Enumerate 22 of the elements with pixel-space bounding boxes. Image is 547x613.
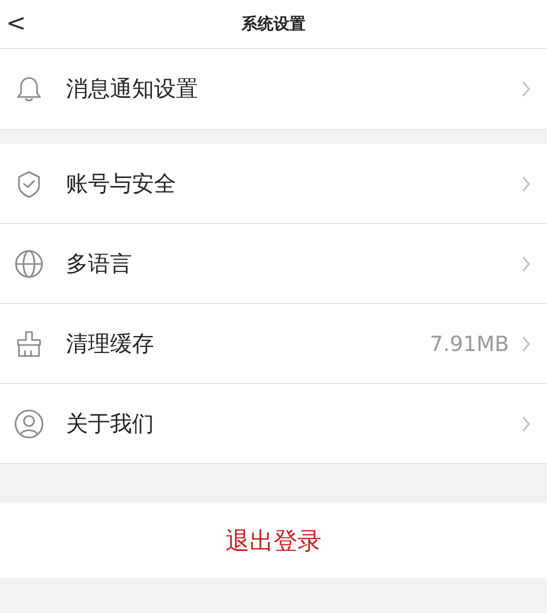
chevron-right-icon bbox=[521, 334, 531, 352]
user-icon bbox=[14, 408, 44, 438]
row-label: 账号与安全 bbox=[66, 170, 177, 198]
row-label: 消息通知设置 bbox=[66, 76, 199, 104]
settings-row[interactable]: 账号与安全 bbox=[0, 144, 547, 224]
chevron-right-icon bbox=[521, 254, 531, 272]
cache-size: 7.91MB bbox=[430, 332, 509, 356]
chevron-right-icon bbox=[521, 414, 531, 432]
back-button[interactable]: < bbox=[2, 10, 30, 36]
settings-row[interactable]: 关于我们 bbox=[0, 384, 547, 464]
globe-icon bbox=[14, 248, 44, 278]
settings-row[interactable]: 清理缓存 7.91MB bbox=[0, 304, 547, 384]
row-label: 关于我们 bbox=[66, 410, 155, 438]
chevron-right-icon bbox=[521, 174, 531, 192]
row-label: 多语言 bbox=[66, 250, 133, 278]
chevron-right-icon bbox=[521, 80, 531, 98]
brush-icon bbox=[14, 328, 44, 358]
logout-button[interactable]: 退出登录 bbox=[0, 503, 547, 578]
row-label: 清理缓存 bbox=[66, 330, 155, 358]
settings-row[interactable]: 消息通知设置 bbox=[0, 49, 547, 130]
page-title: 系统设置 bbox=[242, 14, 306, 34]
settings-row[interactable]: 多语言 bbox=[0, 224, 547, 304]
